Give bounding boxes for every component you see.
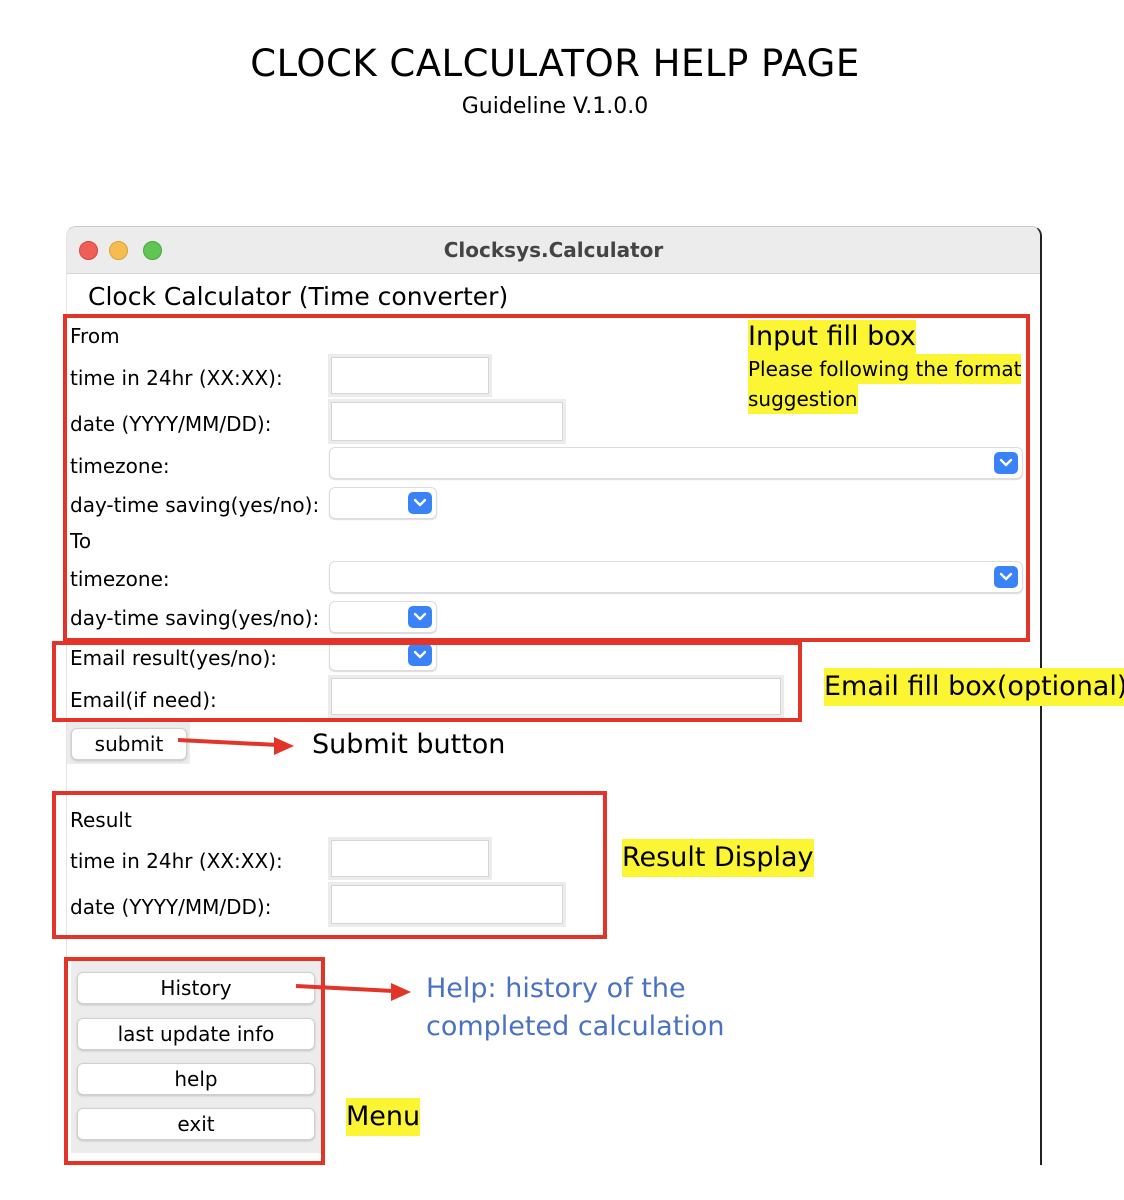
annotation-arrows <box>177 737 411 1001</box>
history-arrow-icon <box>295 983 411 1001</box>
submit-arrow-icon <box>177 737 294 755</box>
